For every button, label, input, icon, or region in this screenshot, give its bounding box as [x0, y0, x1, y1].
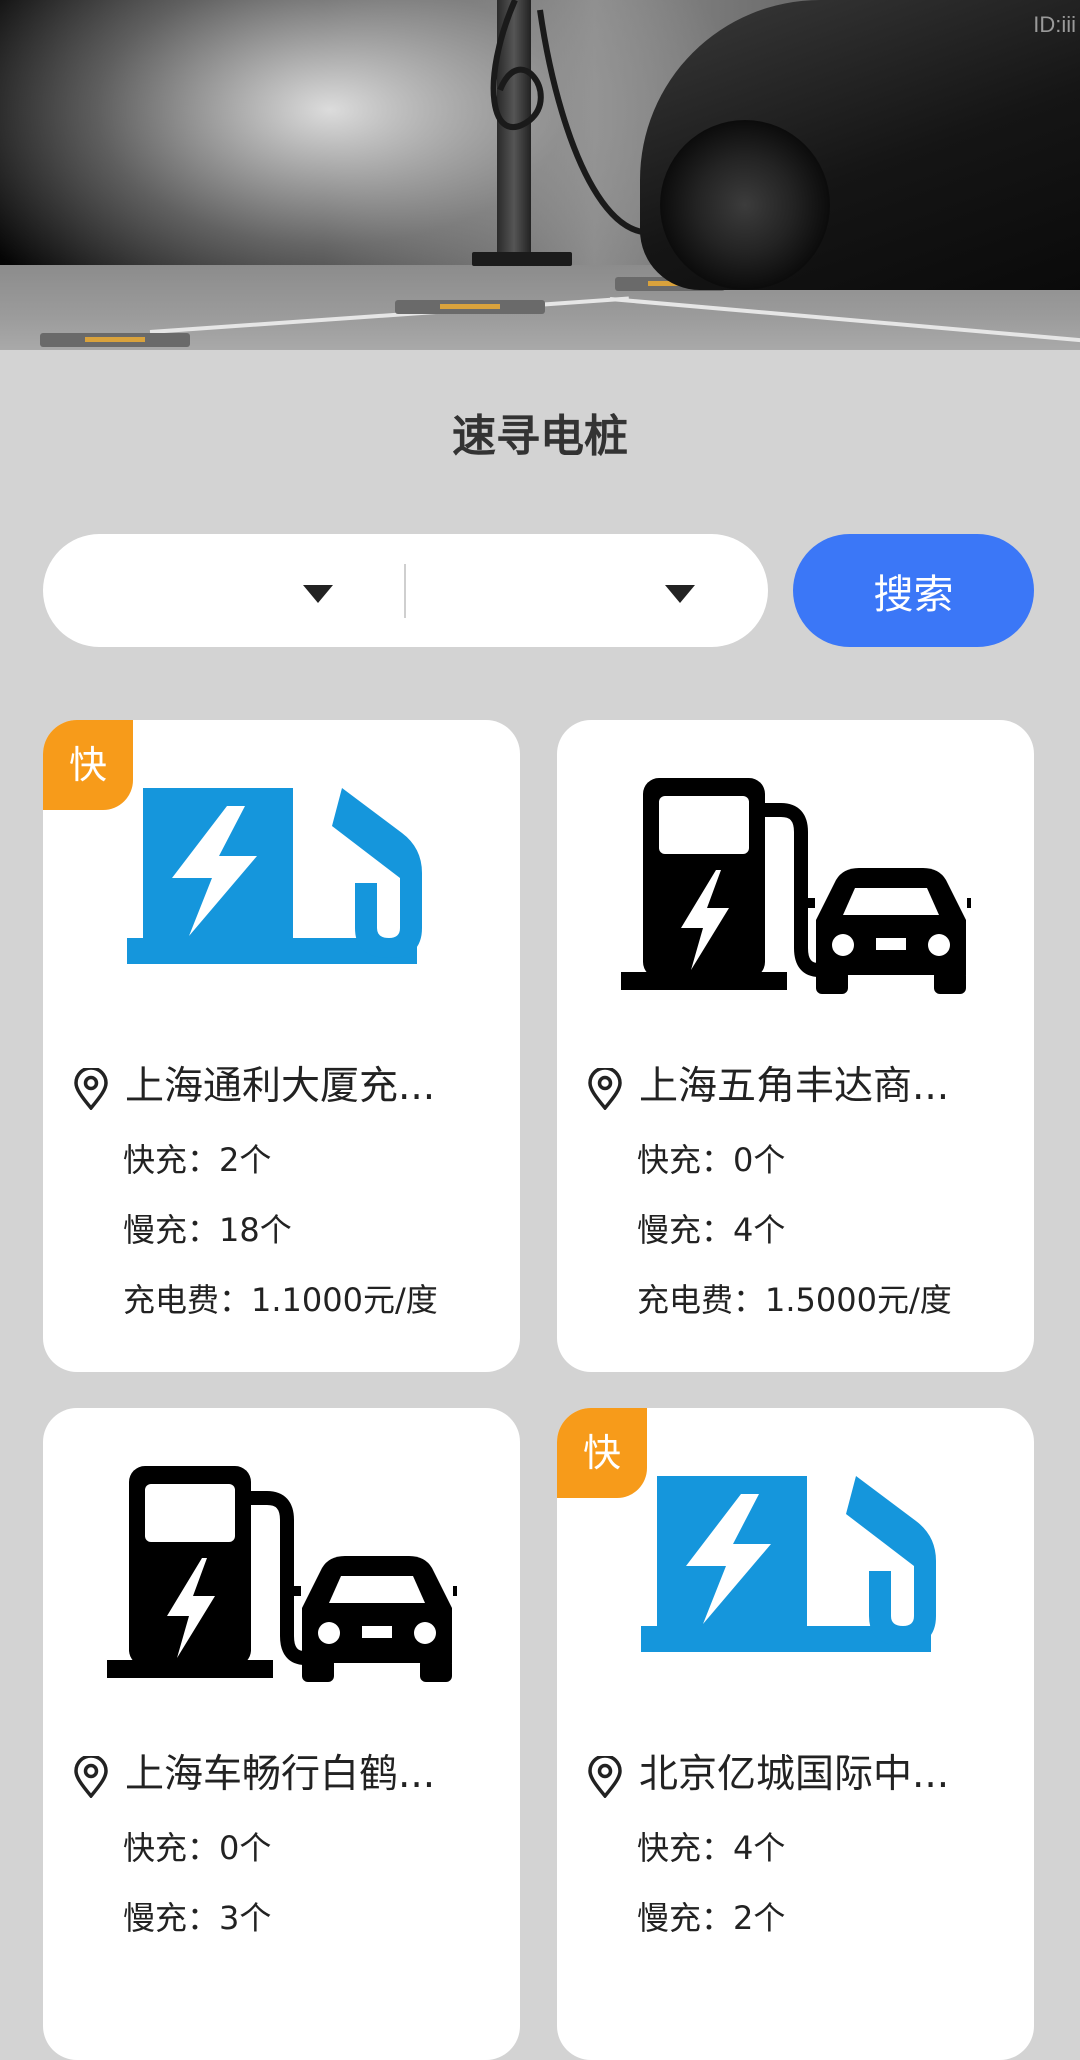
slow-charger-count: 慢充：4个 — [637, 1211, 786, 1249]
search-button[interactable]: 搜索 — [793, 534, 1034, 647]
slow-charger-count: 慢充：3个 — [123, 1899, 272, 1937]
station-card[interactable]: 快 上海通利大厦充... 快充：2个 慢充：18个 充电费：1.1000元/度 — [43, 720, 520, 1372]
fast-charger-count: 快充：4个 — [637, 1829, 786, 1867]
hero-car-wheel — [660, 120, 830, 290]
station-name: 北京亿城国际中... — [639, 1752, 950, 1797]
watermark-text: ID:iii — [1033, 12, 1076, 37]
fast-charger-count: 快充：0个 — [123, 1829, 272, 1867]
location-pin-icon — [74, 1756, 108, 1798]
fast-charge-badge: 快 — [557, 1408, 647, 1498]
charging-station-car-icon — [557, 770, 1034, 1030]
station-card[interactable]: 快 北京亿城国际中... 快充：4个 慢充：2个 — [557, 1408, 1034, 2060]
fast-charger-count: 快充：0个 — [637, 1141, 786, 1179]
charging-fee: 充电费：1.5000元/度 — [637, 1281, 952, 1319]
station-name-row: 上海五角丰达商... — [587, 1060, 1007, 1114]
location-pin-icon — [588, 1756, 622, 1798]
caret-down-icon — [303, 585, 333, 603]
slow-charger-count: 慢充：18个 — [123, 1211, 292, 1249]
location-pin-icon — [74, 1068, 108, 1110]
station-name-row: 上海通利大厦充... — [73, 1060, 493, 1114]
hero-banner-image: ID:iii — [0, 0, 1080, 350]
station-card[interactable]: 上海五角丰达商... 快充：0个 慢充：4个 充电费：1.5000元/度 — [557, 720, 1034, 1372]
station-name-row: 北京亿城国际中... — [587, 1748, 1007, 1802]
search-filter-bar — [43, 534, 768, 647]
hero-wheel-stopper — [395, 300, 545, 314]
blue-charger-icon — [43, 770, 520, 1030]
slow-charger-count: 慢充：2个 — [637, 1899, 786, 1937]
fast-charge-badge: 快 — [43, 720, 133, 810]
blue-charger-icon — [557, 1458, 1034, 1718]
hero-wheel-stopper — [40, 333, 190, 347]
station-name-row: 上海车畅行白鹤... — [73, 1748, 493, 1802]
location-pin-icon — [588, 1068, 622, 1110]
station-name: 上海通利大厦充... — [125, 1064, 436, 1109]
type-dropdown[interactable] — [406, 534, 768, 647]
region-dropdown[interactable] — [43, 534, 405, 647]
charging-fee: 充电费：1.1000元/度 — [123, 1281, 438, 1319]
station-card[interactable]: 上海车畅行白鹤... 快充：0个 慢充：3个 — [43, 1408, 520, 2060]
page-title: 速寻电桩 — [452, 411, 628, 462]
charging-station-car-icon — [43, 1458, 520, 1718]
station-name: 上海五角丰达商... — [639, 1064, 950, 1109]
fast-charger-count: 快充：2个 — [123, 1141, 272, 1179]
caret-down-icon — [665, 585, 695, 603]
station-name: 上海车畅行白鹤... — [125, 1752, 436, 1797]
